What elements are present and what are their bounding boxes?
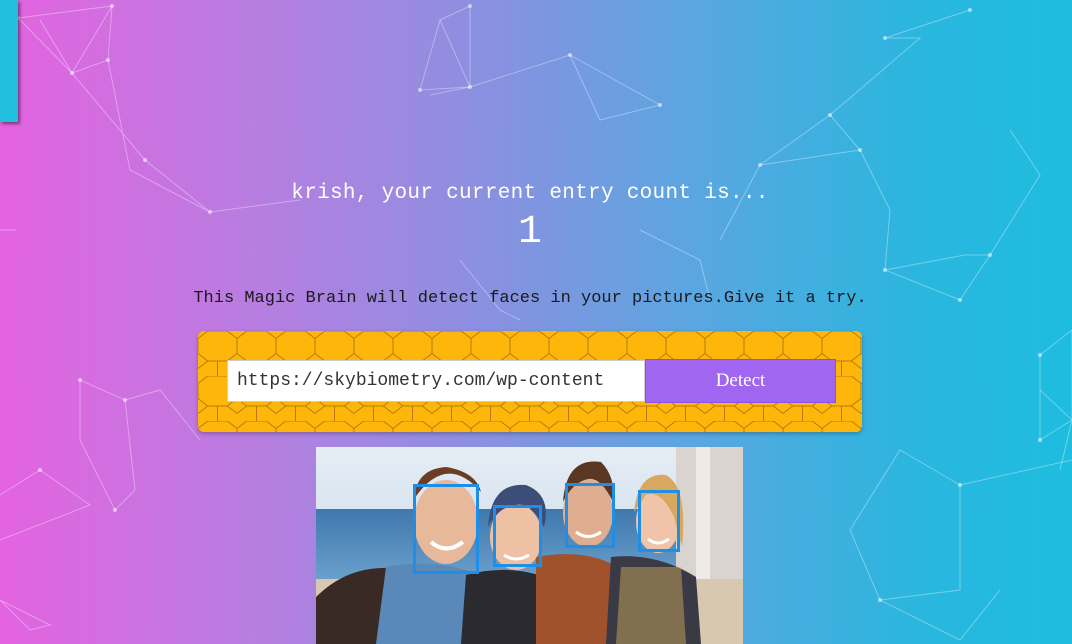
face-box-1 [413, 484, 479, 574]
entry-count-label: krish, your current entry count is... [291, 182, 769, 205]
logo-tile[interactable] [0, 0, 18, 122]
face-box-4 [638, 490, 680, 552]
face-box-3 [565, 483, 615, 548]
input-image [316, 447, 743, 644]
intro-text: This Magic Brain will detect faces in yo… [193, 289, 867, 308]
entry-count-value: 1 [517, 210, 542, 255]
image-url-input[interactable] [227, 360, 645, 402]
face-box-2 [493, 505, 542, 567]
image-link-form: Detect [198, 331, 862, 432]
detect-button[interactable]: Detect [645, 359, 836, 403]
